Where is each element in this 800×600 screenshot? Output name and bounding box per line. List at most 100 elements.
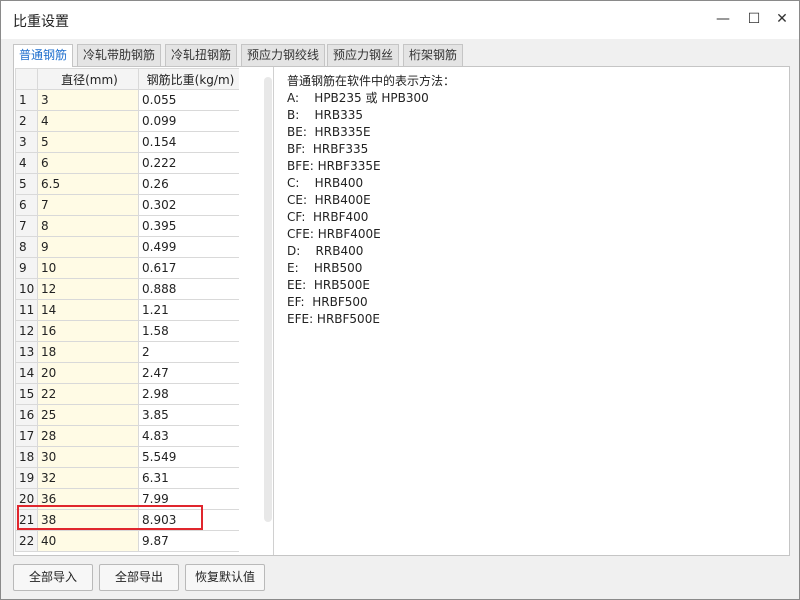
table-row[interactable]: 6 7 0.302 <box>15 194 239 216</box>
weight-cell[interactable]: 0.499 <box>138 236 239 258</box>
diameter-cell[interactable]: 14 <box>37 299 139 321</box>
diameter-cell[interactable]: 4 <box>37 110 139 132</box>
weight-cell[interactable]: 2 <box>138 341 239 363</box>
weight-cell[interactable]: 8.903 <box>138 509 239 531</box>
notes-line: D: RRB400 <box>287 244 364 258</box>
table-row[interactable]: 20 36 7.99 <box>15 488 239 510</box>
diameter-cell[interactable]: 32 <box>37 467 139 489</box>
table-row[interactable]: 1 3 0.055 <box>15 89 239 111</box>
notes-line: A: HPB235 或 HPB300 <box>287 91 429 105</box>
row-number-cell: 5 <box>15 173 38 195</box>
import-all-button[interactable]: 全部导入 <box>13 564 93 591</box>
table-row[interactable]: 3 5 0.154 <box>15 131 239 153</box>
table-row[interactable]: 17 28 4.83 <box>15 425 239 447</box>
tab-prestressed-strand[interactable]: 预应力钢绞线 <box>241 44 326 66</box>
table-row[interactable]: 10 12 0.888 <box>15 278 239 300</box>
weight-column-header[interactable]: 钢筋比重(kg/m) <box>138 68 239 90</box>
table-row[interactable]: 13 18 2 <box>15 341 239 363</box>
table-row[interactable]: 19 32 6.31 <box>15 467 239 489</box>
diameter-cell[interactable]: 22 <box>37 383 139 405</box>
diameter-cell[interactable]: 7 <box>37 194 139 216</box>
export-all-button[interactable]: 全部导出 <box>99 564 179 591</box>
diameter-cell[interactable]: 6 <box>37 152 139 174</box>
minimize-icon[interactable]: — <box>713 9 733 29</box>
diameter-cell[interactable]: 36 <box>37 488 139 510</box>
weight-cell[interactable]: 0.395 <box>138 215 239 237</box>
diameter-cell[interactable]: 6.5 <box>37 173 139 195</box>
weight-cell[interactable]: 9.87 <box>138 530 239 552</box>
tab-truss-rebar[interactable]: 桁架钢筋 <box>403 44 464 66</box>
tab-prestressed-wire[interactable]: 预应力钢丝 <box>327 44 400 66</box>
notes-line: BE: HRB335E <box>287 125 371 139</box>
restore-default-button[interactable]: 恢复默认值 <box>185 564 265 591</box>
table-row[interactable]: 21 38 8.903 <box>15 509 239 531</box>
maximize-icon[interactable]: ☐ <box>744 9 764 29</box>
notation-notes: 普通钢筋在软件中的表示方法： A: HPB235 或 HPB300 B: HRB3… <box>287 73 455 328</box>
diameter-cell[interactable]: 25 <box>37 404 139 426</box>
table-row[interactable]: 11 14 1.21 <box>15 299 239 321</box>
diameter-cell[interactable]: 10 <box>37 257 139 279</box>
table-row[interactable]: 12 16 1.58 <box>15 320 239 342</box>
notes-line: B: HRB335 <box>287 108 364 122</box>
table-row[interactable]: 9 10 0.617 <box>15 257 239 279</box>
row-number-cell: 20 <box>15 488 38 510</box>
diameter-cell[interactable]: 28 <box>37 425 139 447</box>
weight-cell[interactable]: 0.888 <box>138 278 239 300</box>
vertical-scrollbar[interactable] <box>264 77 272 522</box>
notes-line: EFE: HRBF500E <box>287 312 380 326</box>
diameter-cell[interactable]: 5 <box>37 131 139 153</box>
table-row[interactable]: 8 9 0.499 <box>15 236 239 258</box>
diameter-cell[interactable]: 9 <box>37 236 139 258</box>
weight-cell[interactable]: 1.21 <box>138 299 239 321</box>
row-number-cell: 14 <box>15 362 38 384</box>
row-number-cell: 13 <box>15 341 38 363</box>
table-row[interactable]: 16 25 3.85 <box>15 404 239 426</box>
diameter-cell[interactable]: 18 <box>37 341 139 363</box>
row-number-cell: 4 <box>15 152 38 174</box>
notes-line: C: HRB400 <box>287 176 364 190</box>
weight-cell[interactable]: 2.47 <box>138 362 239 384</box>
tab-cold-rolled-ribbed[interactable]: 冷轧带肋钢筋 <box>77 44 162 66</box>
weight-cell[interactable]: 7.99 <box>138 488 239 510</box>
diameter-cell[interactable]: 38 <box>37 509 139 531</box>
notes-line: CF: HRBF400 <box>287 210 369 224</box>
diameter-column-header[interactable]: 直径(mm) <box>37 68 139 90</box>
weight-cell[interactable]: 5.549 <box>138 446 239 468</box>
weight-cell[interactable]: 2.98 <box>138 383 239 405</box>
table-row[interactable]: 7 8 0.395 <box>15 215 239 237</box>
diameter-cell[interactable]: 20 <box>37 362 139 384</box>
diameter-cell[interactable]: 8 <box>37 215 139 237</box>
table-row[interactable]: 5 6.5 0.26 <box>15 173 239 195</box>
table-row[interactable]: 22 40 9.87 <box>15 530 239 552</box>
diameter-cell[interactable]: 3 <box>37 89 139 111</box>
table-header-row: 直径(mm) 钢筋比重(kg/m) <box>15 68 239 90</box>
weight-cell[interactable]: 0.26 <box>138 173 239 195</box>
table-row[interactable]: 2 4 0.099 <box>15 110 239 132</box>
tab-cold-rolled-twisted[interactable]: 冷轧扭钢筋 <box>165 44 238 66</box>
table-row[interactable]: 4 6 0.222 <box>15 152 239 174</box>
table-row[interactable]: 14 20 2.47 <box>15 362 239 384</box>
weight-cell[interactable]: 6.31 <box>138 467 239 489</box>
weight-cell[interactable]: 0.154 <box>138 131 239 153</box>
weight-cell[interactable]: 0.222 <box>138 152 239 174</box>
close-icon[interactable]: ✕ <box>772 9 792 29</box>
row-number-cell: 17 <box>15 425 38 447</box>
diameter-cell[interactable]: 12 <box>37 278 139 300</box>
diameter-cell[interactable]: 30 <box>37 446 139 468</box>
table-body: 1 3 0.055 2 4 0.099 3 5 0.154 4 6 0.222 5 6.5 0.26 6 7 0.… <box>15 89 239 552</box>
weight-cell[interactable]: 0.617 <box>138 257 239 279</box>
table-row[interactable]: 15 22 2.98 <box>15 383 239 405</box>
weight-cell[interactable]: 0.099 <box>138 110 239 132</box>
weight-cell[interactable]: 3.85 <box>138 404 239 426</box>
tab-ordinary-rebar[interactable]: 普通钢筋 <box>13 44 74 67</box>
notes-line: BFE: HRBF335E <box>287 159 381 173</box>
row-number-cell: 7 <box>15 215 38 237</box>
diameter-cell[interactable]: 40 <box>37 530 139 552</box>
table-row[interactable]: 18 30 5.549 <box>15 446 239 468</box>
weight-cell[interactable]: 4.83 <box>138 425 239 447</box>
weight-cell[interactable]: 1.58 <box>138 320 239 342</box>
weight-cell[interactable]: 0.055 <box>138 89 239 111</box>
row-number-cell: 2 <box>15 110 38 132</box>
diameter-cell[interactable]: 16 <box>37 320 139 342</box>
weight-cell[interactable]: 0.302 <box>138 194 239 216</box>
